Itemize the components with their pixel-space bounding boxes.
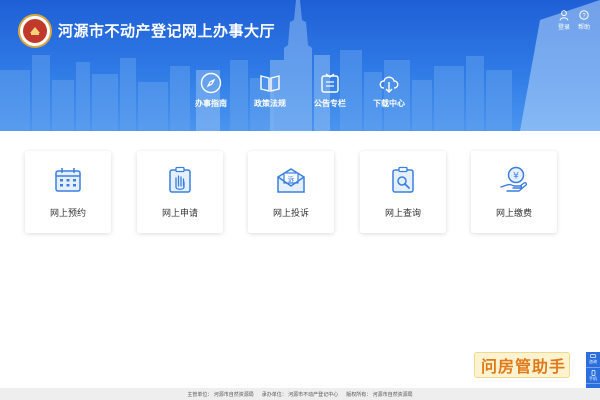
side-phone-button[interactable]: 手机 bbox=[586, 368, 600, 384]
side-chat-label: 咨询 bbox=[589, 359, 597, 364]
housing-assistant-label: 问房管助手 bbox=[481, 359, 567, 376]
nav-item-bulletin[interactable]: 公告专栏 bbox=[300, 72, 360, 109]
card-label: 网上预约 bbox=[49, 208, 86, 218]
emblem-icon bbox=[23, 19, 47, 43]
nav-label-bulletin: 公告专栏 bbox=[314, 99, 346, 108]
side-phone-label: 手机 bbox=[589, 375, 597, 381]
footer-organizer: 承办单位： 河源市不动产登记中心 bbox=[261, 391, 339, 398]
housing-assistant-button[interactable]: 问房管助手 bbox=[474, 352, 570, 378]
card-label: 网上查询 bbox=[384, 208, 421, 218]
nav-label-guide: 办事指南 bbox=[195, 99, 227, 108]
card-online-query[interactable]: 网上查询 bbox=[360, 151, 446, 233]
nav-label-policy: 政策法规 bbox=[254, 99, 286, 108]
site-logo[interactable] bbox=[18, 14, 52, 48]
card-online-payment[interactable]: ¥ 网上缴费 bbox=[471, 151, 557, 233]
cloud-download-icon bbox=[379, 76, 399, 93]
calendar-icon bbox=[55, 168, 81, 192]
site-title: 河源市不动产登记网上办事大厅 bbox=[58, 23, 276, 40]
complaint-envelope-icon: 诉 bbox=[277, 168, 305, 193]
nav-item-download[interactable]: 下载中心 bbox=[359, 72, 419, 109]
page: 河源市不动产登记网上办事大厅 登录 ? 帮助 办事指南 政策法规 公告专栏 下载… bbox=[0, 0, 600, 400]
help-button[interactable]: ? 帮助 bbox=[572, 10, 596, 31]
card-online-appointment[interactable]: 网上预约 bbox=[25, 151, 111, 233]
help-label: 帮助 bbox=[577, 25, 590, 31]
card-label: 网上申请 bbox=[161, 208, 198, 218]
card-online-application[interactable]: 网上申请 bbox=[137, 151, 223, 233]
card-online-complaint[interactable]: 诉 网上投诉 bbox=[248, 151, 334, 233]
main-nav: 办事指南 政策法规 公告专栏 下载中心 bbox=[0, 72, 600, 122]
compass-icon bbox=[200, 72, 222, 94]
header-banner: 河源市不动产登记网上办事大厅 登录 ? 帮助 办事指南 政策法规 公告专栏 下载… bbox=[0, 0, 600, 131]
nav-item-guide[interactable]: 办事指南 bbox=[181, 72, 241, 109]
complaint-icon-text: 诉 bbox=[288, 175, 295, 184]
service-cards: 网上预约 网上申请 诉 网上投诉 网上查询 ¥ 网上缴费 bbox=[25, 151, 560, 233]
book-icon bbox=[260, 75, 280, 92]
nav-label-download: 下载中心 bbox=[373, 99, 405, 108]
card-label: 网上投诉 bbox=[272, 208, 309, 218]
nav-item-policy[interactable]: 政策法规 bbox=[240, 72, 300, 109]
side-chat-button[interactable]: 咨询 bbox=[586, 352, 600, 368]
search-document-icon bbox=[392, 166, 414, 193]
footer: 主管单位： 河源市自然资源局 承办单位： 河源市不动产登记中心 版权所有： 河源… bbox=[0, 388, 600, 400]
hand-clipboard-icon bbox=[169, 166, 191, 193]
footer-copyright: 版权所有： 河源市自然资源局 bbox=[346, 391, 413, 398]
footer-host: 主管单位： 河源市自然资源局 bbox=[187, 391, 254, 398]
user-icon bbox=[559, 10, 569, 21]
bulletin-icon bbox=[321, 73, 339, 93]
payment-icon-text: ¥ bbox=[513, 172, 519, 182]
help-icon: ? bbox=[579, 10, 589, 20]
login-label: 登录 bbox=[557, 25, 570, 31]
yuan-coin-hand-icon: ¥ bbox=[500, 166, 528, 192]
card-label: 网上缴费 bbox=[495, 208, 532, 218]
